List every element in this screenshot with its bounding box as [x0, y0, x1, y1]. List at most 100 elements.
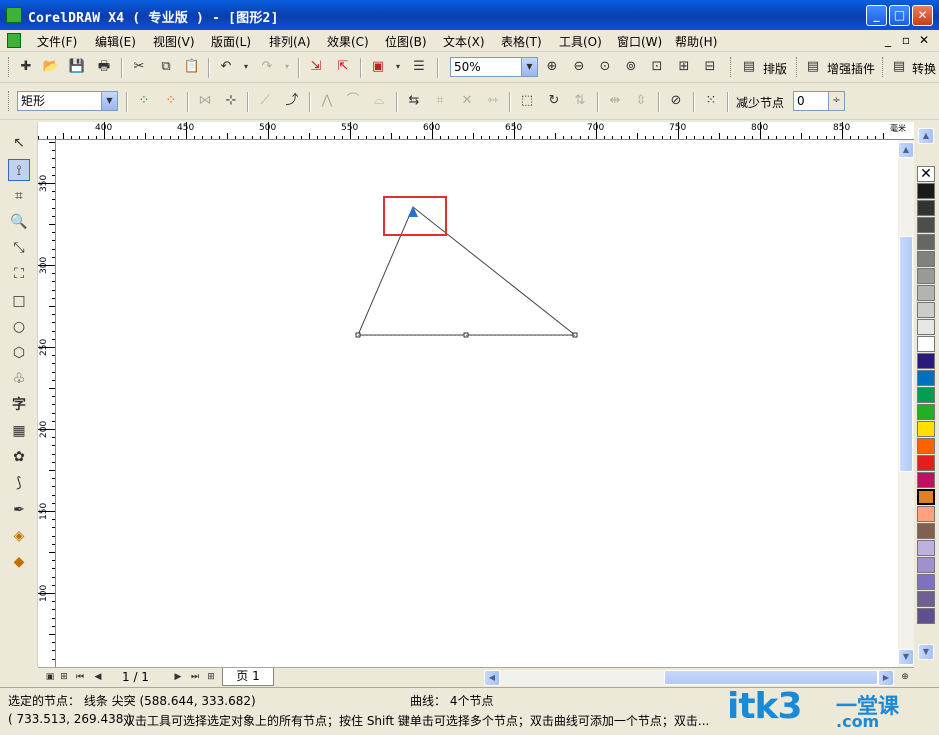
export-icon[interactable]: ⇱ — [334, 58, 352, 76]
menu-text[interactable]: 文本(X) — [443, 33, 485, 50]
align-nodes-icon[interactable]: ⇅ — [571, 92, 589, 110]
mirror-horizontal-icon[interactable]: ⇹ — [606, 92, 624, 110]
mdi-minimize-button[interactable]: _ — [880, 33, 896, 47]
zoom-height-icon[interactable]: ⊟ — [701, 58, 719, 76]
zoom-all-objects-icon[interactable]: ⊚ — [622, 58, 640, 76]
enhance-plugin-icon[interactable]: ▤ — [804, 58, 822, 76]
horizontal-scrollbar[interactable]: ◀ ▶ — [484, 670, 894, 686]
palette-scroll-down-button[interactable]: ▼ — [918, 644, 934, 660]
convert-plugin-label[interactable]: 转换 — [912, 60, 936, 77]
menu-window[interactable]: 窗口(W) — [617, 33, 662, 50]
outline-tool-icon[interactable]: ✒ — [8, 499, 30, 521]
last-page-icon[interactable]: ⏭ — [188, 670, 202, 684]
menu-help[interactable]: 帮助(H) — [675, 33, 717, 50]
color-swatch[interactable] — [917, 183, 935, 199]
table-tool-icon[interactable]: ▦ — [8, 420, 30, 442]
color-swatch[interactable] — [917, 336, 935, 352]
blend-tool-icon[interactable]: ✿ — [8, 446, 30, 468]
color-swatch[interactable] — [917, 268, 935, 284]
color-swatch[interactable] — [917, 251, 935, 267]
color-swatch[interactable] — [917, 591, 935, 607]
auto-close-icon[interactable]: ⊘ — [667, 92, 685, 110]
reduce-nodes-input[interactable]: 0 ÷ — [793, 91, 845, 111]
break-curve-icon[interactable]: ⊹ — [222, 92, 240, 110]
ellipse-tool-icon[interactable]: ○ — [8, 316, 30, 338]
close-button[interactable]: ✕ — [912, 5, 933, 26]
menu-effects[interactable]: 效果(C) — [327, 33, 369, 50]
reverse-direction-icon[interactable]: ⇆ — [405, 92, 423, 110]
convert-to-line-icon[interactable]: ⟋ — [256, 92, 274, 110]
save-icon[interactable]: 💾 — [68, 58, 86, 76]
undo-dropdown-icon[interactable]: ▾ — [237, 58, 255, 76]
application-launcher-icon[interactable]: ▣ — [369, 58, 387, 76]
cusp-node-icon[interactable]: ⋀ — [318, 92, 336, 110]
spin-icon[interactable]: ÷ — [828, 92, 844, 110]
color-swatch[interactable] — [917, 200, 935, 216]
node-selection-mode-select[interactable]: 矩形 ▼ — [17, 91, 118, 111]
color-swatch[interactable] — [917, 404, 935, 420]
color-swatch[interactable] — [917, 421, 935, 437]
rectangle-tool-icon[interactable]: □ — [8, 290, 30, 312]
zoom-page-icon[interactable]: ⊡ — [648, 58, 666, 76]
pick-tool-icon[interactable]: ↖ — [8, 132, 30, 154]
color-swatch[interactable] — [917, 370, 935, 386]
zoom-out-icon[interactable]: ⊖ — [570, 58, 588, 76]
undo-icon[interactable]: ↶ — [217, 58, 235, 76]
minimize-button[interactable]: _ — [866, 5, 887, 26]
zoom-level-select[interactable]: 50% ▼ — [450, 57, 538, 77]
menu-edit[interactable]: 编辑(E) — [95, 33, 136, 50]
zoom-in-icon[interactable]: ⊕ — [543, 58, 561, 76]
text-tool-icon[interactable]: 字 — [8, 394, 30, 416]
color-swatch[interactable] — [917, 540, 935, 556]
extend-curve-icon[interactable]: ⌗ — [431, 92, 449, 110]
color-swatch[interactable] — [917, 234, 935, 250]
join-nodes-icon[interactable]: ⋈ — [196, 92, 214, 110]
layout-plugin-icon[interactable]: ▤ — [740, 58, 758, 76]
mirror-vertical-icon[interactable]: ⇳ — [632, 92, 650, 110]
document-icon[interactable] — [7, 33, 21, 48]
color-swatch[interactable] — [917, 387, 935, 403]
no-color-swatch[interactable]: ✕ — [917, 166, 935, 182]
color-swatch[interactable] — [917, 217, 935, 233]
horizontal-scroll-thumb[interactable] — [664, 670, 878, 685]
next-page-icon[interactable]: ▶ — [171, 670, 185, 684]
drawing-canvas[interactable] — [56, 140, 898, 667]
redo-icon[interactable]: ↷ — [258, 58, 276, 76]
mdi-restore-button[interactable]: ▫ — [898, 33, 914, 47]
menu-view[interactable]: 视图(V) — [153, 33, 195, 50]
paste-icon[interactable]: 📋 — [183, 58, 201, 76]
selected-node-marker[interactable] — [408, 206, 418, 217]
color-swatch[interactable] — [917, 302, 935, 318]
extract-subpath-icon[interactable]: ✕ — [458, 92, 476, 110]
zoom-selected-icon[interactable]: ⊙ — [596, 58, 614, 76]
color-swatch[interactable] — [917, 319, 935, 335]
horizontal-ruler[interactable]: 毫米 400 450 500 550 600 650 700 750 800 850 — [38, 122, 914, 140]
print-icon[interactable]: 🖶 — [95, 58, 113, 76]
document-pages-icon[interactable]: ▣ — [43, 670, 57, 684]
convert-to-curve-icon[interactable]: ⤴ — [283, 92, 301, 110]
zoom-width-icon[interactable]: ⊞ — [675, 58, 693, 76]
add-page-before-icon[interactable]: ⊞ — [57, 670, 71, 684]
color-swatch[interactable] — [917, 472, 935, 488]
welcome-screen-icon[interactable]: ☰ — [410, 58, 428, 76]
enhance-plugin-label[interactable]: 增强插件 — [827, 60, 875, 77]
vertical-ruler[interactable]: 350 300 250 200 150 100 — [38, 140, 56, 667]
fill-tool-icon[interactable]: ◈ — [8, 525, 30, 547]
add-node-icon[interactable]: ⁘ — [135, 92, 153, 110]
triangle-curve[interactable] — [357, 206, 577, 336]
layout-plugin-label[interactable]: 排版 — [763, 60, 787, 77]
convert-plugin-icon[interactable]: ▤ — [890, 58, 908, 76]
scroll-right-button[interactable]: ▶ — [878, 670, 894, 686]
scroll-left-button[interactable]: ◀ — [484, 670, 500, 686]
scroll-down-button[interactable]: ▼ — [898, 649, 914, 665]
cut-icon[interactable]: ✂ — [130, 58, 148, 76]
maximize-button[interactable]: □ — [889, 5, 910, 26]
color-swatch[interactable] — [917, 506, 935, 522]
vertical-scroll-thumb[interactable] — [899, 236, 913, 472]
color-swatch[interactable] — [917, 574, 935, 590]
color-swatch[interactable] — [917, 455, 935, 471]
navigator-zoom-icon[interactable]: ⊕ — [898, 670, 912, 684]
menu-arrange[interactable]: 排列(A) — [269, 33, 311, 50]
polygon-tool-icon[interactable]: ⬡ — [8, 342, 30, 364]
copy-icon[interactable]: ⧉ — [157, 58, 175, 76]
